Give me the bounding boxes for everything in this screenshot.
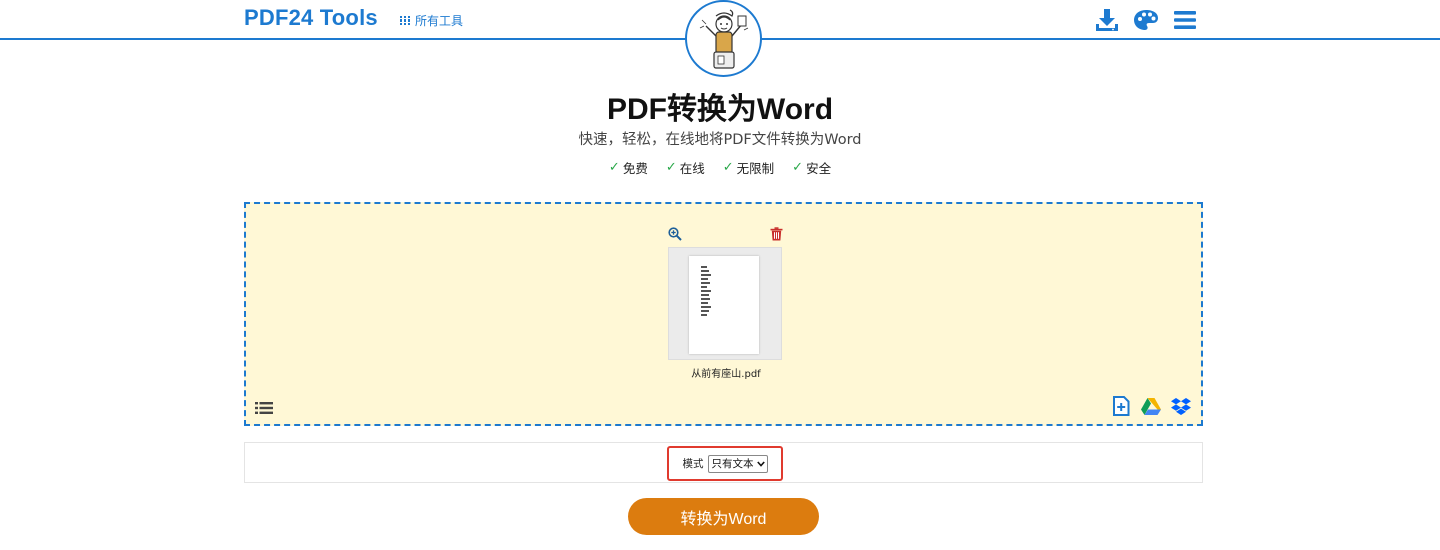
feature-list: ✓ 免费 ✓ 在线 ✓ 无限制 ✓ 安全 bbox=[0, 158, 1440, 177]
feature-label: 免费 bbox=[622, 161, 648, 176]
all-tools-link[interactable]: 所有工具 bbox=[400, 12, 463, 29]
feature-label: 在线 bbox=[679, 161, 705, 176]
feature-item: ✓ 安全 bbox=[792, 158, 831, 177]
download-icon[interactable] bbox=[1094, 7, 1120, 33]
conversion-options: 模式 只有文本 bbox=[244, 442, 1203, 483]
file-thumbnail[interactable] bbox=[668, 247, 782, 360]
dropbox-icon[interactable] bbox=[1171, 396, 1191, 416]
zoom-in-icon[interactable] bbox=[668, 226, 684, 242]
feature-label: 安全 bbox=[806, 161, 832, 176]
add-file-icon[interactable] bbox=[1111, 396, 1131, 416]
mode-label: 模式 bbox=[682, 458, 704, 470]
menu-icon[interactable] bbox=[1172, 7, 1198, 33]
all-tools-label: 所有工具 bbox=[415, 14, 464, 28]
feature-item: ✓ 在线 bbox=[666, 158, 705, 177]
brand-logo[interactable]: PDF24 Tools bbox=[244, 5, 378, 31]
file-name: 从前有座山.pdf bbox=[691, 369, 761, 380]
list-icon[interactable] bbox=[255, 400, 273, 414]
file-source-icons bbox=[1111, 396, 1191, 416]
feature-label: 无限制 bbox=[736, 161, 775, 176]
trash-icon[interactable] bbox=[770, 226, 786, 242]
mode-select-value: 只有文本 bbox=[711, 458, 754, 470]
check-icon: ✓ bbox=[722, 160, 734, 175]
convert-button[interactable]: 转换为Word bbox=[628, 498, 819, 535]
check-icon: ✓ bbox=[792, 160, 804, 175]
palette-icon[interactable] bbox=[1133, 7, 1159, 33]
grid-icon bbox=[400, 15, 410, 26]
header-actions bbox=[1094, 7, 1198, 33]
mascot-illustration bbox=[699, 8, 748, 69]
page-title: PDF转换为Word bbox=[606, 93, 834, 126]
check-icon: ✓ bbox=[608, 160, 620, 175]
mode-select[interactable]: 只有文本 bbox=[707, 454, 768, 473]
mode-option-highlight: 模式 只有文本 bbox=[667, 446, 783, 481]
page-subtitle: 快速，轻松，在线地将PDF文件转换为Word bbox=[578, 132, 862, 148]
file-tools bbox=[668, 226, 786, 246]
chevron-down-icon bbox=[756, 460, 765, 467]
feature-item: ✓ 无限制 bbox=[723, 158, 774, 177]
mascot-logo bbox=[685, 0, 762, 77]
file-dropzone[interactable]: 从前有座山.pdf bbox=[244, 202, 1203, 426]
feature-item: ✓ 免费 bbox=[609, 158, 648, 177]
pdf-page-preview bbox=[689, 256, 759, 354]
google-drive-icon[interactable] bbox=[1141, 396, 1161, 416]
check-icon: ✓ bbox=[665, 160, 677, 175]
